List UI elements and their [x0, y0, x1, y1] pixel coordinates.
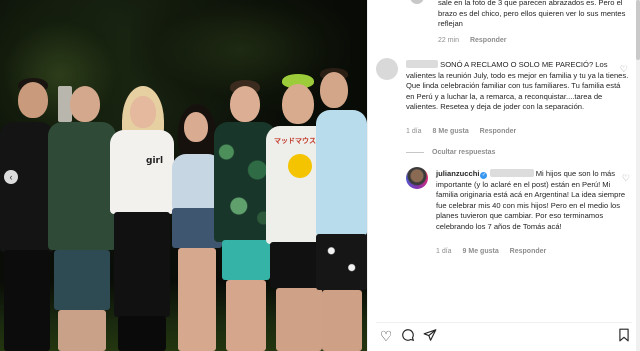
person-2: [48, 86, 116, 351]
comment-time: 22 min: [438, 37, 460, 44]
comment-text: SONÓ A RECLAMO O SOLO ME PARECIÓ? Los va…: [406, 60, 629, 112]
person-3: girl: [108, 86, 176, 351]
comment-meta: 1 día 9 Me gusta Responder: [436, 247, 555, 258]
comment-time: 1 día: [436, 248, 452, 255]
hide-replies-label: Ocultar respuestas: [432, 149, 496, 156]
comment-body: julianzucchi ✓ Mi hijos que son lo más im…: [436, 169, 630, 233]
heart-icon[interactable]: ♡: [378, 328, 394, 344]
scrollbar[interactable]: [636, 0, 640, 351]
person-7: [316, 68, 367, 351]
post-actions-bar: ♡: [376, 322, 632, 344]
bookmark-icon[interactable]: [616, 328, 632, 344]
username-redacted[interactable]: [406, 60, 438, 68]
comment-body: SONÓ A RECLAMO O SOLO ME PARECIÓ? Los va…: [406, 60, 630, 113]
comment-icon[interactable]: [400, 328, 416, 344]
comment-item: SONÓ A RECLAMO O SOLO ME PARECIÓ? Los va…: [376, 58, 632, 142]
comment-text: sale en la foto de 3 que parecen abrazad…: [438, 0, 626, 29]
likes-count[interactable]: 9 Me gusta: [463, 248, 499, 255]
bookmark-shape-icon: [619, 328, 629, 342]
heart-icon[interactable]: ♡: [622, 173, 630, 184]
paper-plane-icon: [423, 329, 437, 341]
carousel-prev-button[interactable]: ‹: [4, 170, 18, 184]
post-photo[interactable]: girl マッドマウス ‹: [0, 0, 367, 351]
avatar[interactable]: [376, 58, 398, 80]
mention-redacted[interactable]: [489, 169, 534, 177]
reply-button[interactable]: Responder: [510, 248, 547, 255]
person-1: [0, 78, 54, 351]
comments-panel[interactable]: sale en la foto de 3 que parecen abrazad…: [367, 0, 640, 351]
shirt-graphic: [288, 154, 312, 178]
comment-time: 1 día: [406, 128, 422, 135]
username[interactable]: julianzucchi: [436, 169, 479, 178]
next-comment-fade: [376, 300, 632, 316]
likes-count[interactable]: 8 Me gusta: [433, 128, 469, 135]
comment-item: sale en la foto de 3 que parecen abrazad…: [376, 0, 632, 46]
reply-button[interactable]: Responder: [480, 128, 517, 135]
avatar[interactable]: [406, 167, 428, 189]
share-icon[interactable]: [422, 328, 438, 344]
scrollbar-thumb[interactable]: [636, 0, 640, 60]
comment-item: julianzucchi ✓ Mi hijos que son lo más im…: [406, 167, 632, 263]
shirt-print: girl: [146, 156, 164, 166]
chevron-left-icon: ‹: [9, 171, 13, 182]
hide-replies-button[interactable]: Ocultar respuestas: [406, 149, 495, 156]
comment-bubble-icon: [402, 329, 415, 342]
divider: [406, 152, 424, 153]
heart-icon[interactable]: ♡: [620, 64, 628, 75]
shirt-print: マッドマウス: [274, 137, 316, 145]
reply-button[interactable]: Responder: [470, 37, 507, 44]
avatar[interactable]: [410, 0, 424, 4]
comment-meta: 22 min Responder: [438, 36, 516, 47]
comment-text: Mi hijos que son lo más importante (y lo…: [436, 169, 626, 231]
verified-badge-icon: ✓: [480, 172, 488, 179]
comment-meta: 1 día 8 Me gusta Responder: [406, 127, 525, 138]
